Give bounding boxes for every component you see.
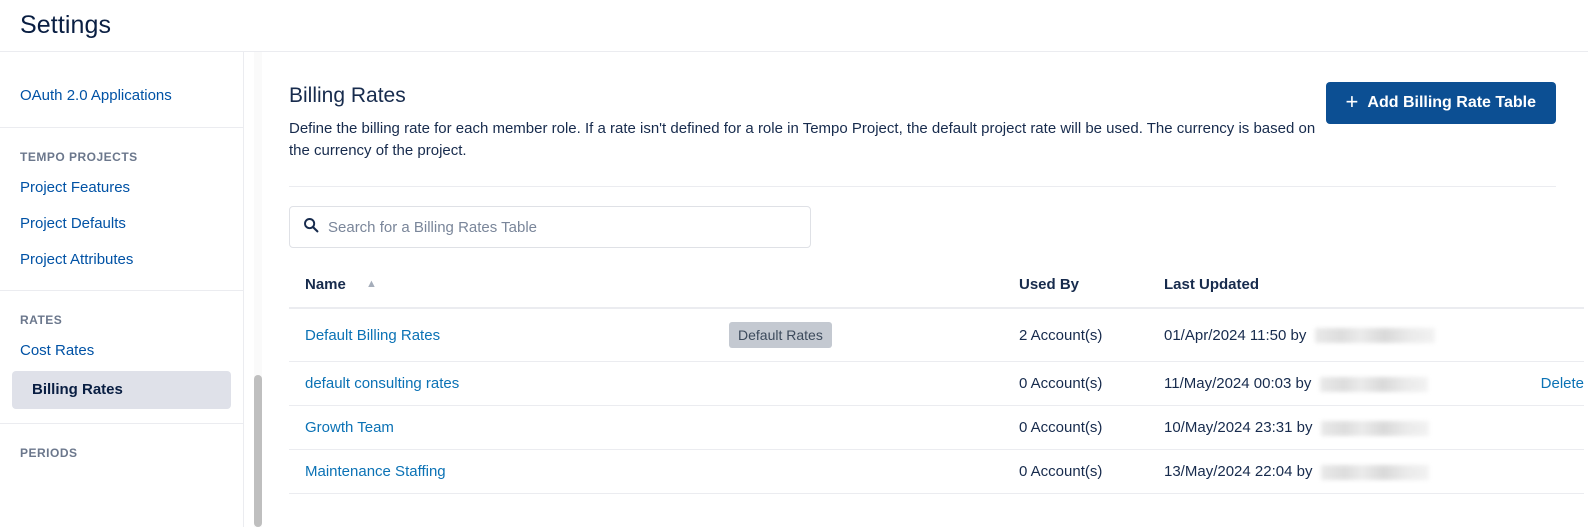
plus-icon: + [1345, 89, 1359, 114]
table-row[interactable]: Default Billing Rates Default Rates 2 Ac… [289, 308, 1584, 362]
cell-actions [1464, 308, 1584, 362]
sidebar-item-billing-rates[interactable]: Billing Rates [12, 371, 231, 409]
cell-badge: Default Rates [729, 308, 1019, 362]
cell-last-updated: 11/May/2024 00:03 by [1164, 361, 1464, 406]
table-header-row: Name ▲ Used By Last Updated [289, 276, 1584, 309]
cell-name: Maintenance Staffing [289, 449, 729, 494]
last-updated-text: 01/Apr/2024 11:50 by [1164, 326, 1307, 344]
cell-name: default consulting rates [289, 361, 729, 406]
sidebar-region: OAuth 2.0 Applications TEMPO PROJECTS Pr… [0, 52, 262, 527]
main-content: Billing Rates Define the billing rate fo… [253, 52, 1588, 527]
section-title: Billing Rates [289, 84, 406, 107]
column-header-name-label: Name [305, 276, 346, 293]
delete-link[interactable]: Delete [1464, 375, 1584, 392]
cell-actions [1464, 405, 1584, 450]
last-updated-text: 10/May/2024 23:31 by [1164, 419, 1313, 436]
table-body: Default Billing Rates Default Rates 2 Ac… [289, 308, 1584, 494]
column-header-actions [1464, 276, 1584, 309]
column-header-used-by-label: Used By [1019, 276, 1080, 293]
cell-used-by: 0 Account(s) [1019, 449, 1164, 494]
chevron-up-icon: ▲ [366, 278, 377, 290]
add-billing-rate-table-button[interactable]: + Add Billing Rate Table [1325, 82, 1556, 124]
section-description: Define the billing rate for each member … [289, 120, 1316, 159]
content-header: Billing Rates Define the billing rate fo… [289, 82, 1556, 162]
column-header-used-by: Used By [1019, 276, 1164, 309]
cell-badge [729, 449, 1019, 494]
sidebar-scrollbar-thumb[interactable] [254, 375, 262, 527]
last-updated-text: 11/May/2024 00:03 by [1164, 375, 1312, 392]
cell-used-by: 2 Account(s) [1019, 308, 1164, 362]
sidebar-heading-rates: RATES [20, 313, 63, 327]
sidebar-item-cost-rates[interactable]: Cost Rates [0, 333, 243, 369]
cell-actions [1464, 449, 1584, 494]
sidebar-group-rates: RATES Cost Rates Billing Rates [0, 290, 243, 423]
search-input[interactable] [328, 218, 797, 236]
cell-badge [729, 361, 1019, 406]
cell-badge [729, 405, 1019, 450]
content-header-text: Billing Rates Define the billing rate fo… [289, 82, 1319, 162]
settings-sidebar: OAuth 2.0 Applications TEMPO PROJECTS Pr… [0, 52, 244, 527]
page-title: Settings [20, 11, 112, 39]
search-billing-rates-table[interactable] [289, 206, 811, 248]
table-row[interactable]: default consulting rates 0 Account(s) 11… [289, 361, 1584, 406]
sidebar-group-periods: PERIODS [0, 423, 243, 478]
cell-used-by: 0 Account(s) [1019, 361, 1164, 406]
body-wrapper: OAuth 2.0 Applications TEMPO PROJECTS Pr… [0, 52, 1588, 527]
table-row[interactable]: Maintenance Staffing 0 Account(s) 13/May… [289, 449, 1584, 494]
redacted-user-name [1319, 376, 1428, 392]
add-billing-rate-table-label: Add Billing Rate Table [1367, 94, 1536, 111]
table-header: Name ▲ Used By Last Updated [289, 276, 1584, 309]
sidebar-heading-tempo-projects: TEMPO PROJECTS [20, 150, 138, 164]
sidebar-item-project-attributes[interactable]: Project Attributes [0, 242, 243, 278]
cell-last-updated: 01/Apr/2024 11:50 by [1164, 308, 1464, 362]
cell-name: Default Billing Rates [289, 308, 729, 362]
header-divider [289, 186, 1556, 187]
column-header-name[interactable]: Name ▲ [289, 276, 729, 309]
billing-rate-table-link[interactable]: Maintenance Staffing [305, 463, 446, 480]
column-header-badge-spacer [729, 276, 1019, 309]
status-badge: Default Rates [729, 322, 832, 348]
billing-rate-table-link[interactable]: Growth Team [305, 419, 394, 436]
billing-rates-table: Name ▲ Used By Last Updated Default Bill… [289, 276, 1584, 494]
billing-rate-table-link[interactable]: Default Billing Rates [305, 327, 440, 344]
sidebar-item-project-features[interactable]: Project Features [0, 170, 243, 206]
cell-used-by: 0 Account(s) [1019, 405, 1164, 450]
page-header: Settings [0, 0, 1588, 52]
cell-actions: Delete [1464, 361, 1584, 406]
column-header-last-updated-label: Last Updated [1164, 276, 1260, 293]
sidebar-heading-periods: PERIODS [20, 446, 78, 460]
redacted-user-name [1314, 328, 1435, 344]
sidebar-group-tempo-projects: TEMPO PROJECTS Project Features Project … [0, 127, 243, 290]
search-icon [303, 217, 319, 238]
last-updated-text: 13/May/2024 22:04 by [1164, 463, 1313, 480]
cell-last-updated: 13/May/2024 22:04 by [1164, 449, 1464, 494]
sidebar-group-apps: OAuth 2.0 Applications [0, 52, 243, 127]
cell-name: Growth Team [289, 405, 729, 450]
redacted-user-name [1320, 420, 1429, 436]
redacted-user-name [1320, 464, 1429, 480]
table-row[interactable]: Growth Team 0 Account(s) 10/May/2024 23:… [289, 405, 1584, 450]
sidebar-item-project-defaults[interactable]: Project Defaults [0, 206, 243, 242]
cell-last-updated: 10/May/2024 23:31 by [1164, 405, 1464, 450]
column-header-last-updated: Last Updated [1164, 276, 1464, 309]
sidebar-item-oauth-applications[interactable]: OAuth 2.0 Applications [0, 78, 243, 114]
billing-rate-table-link[interactable]: default consulting rates [305, 375, 459, 392]
